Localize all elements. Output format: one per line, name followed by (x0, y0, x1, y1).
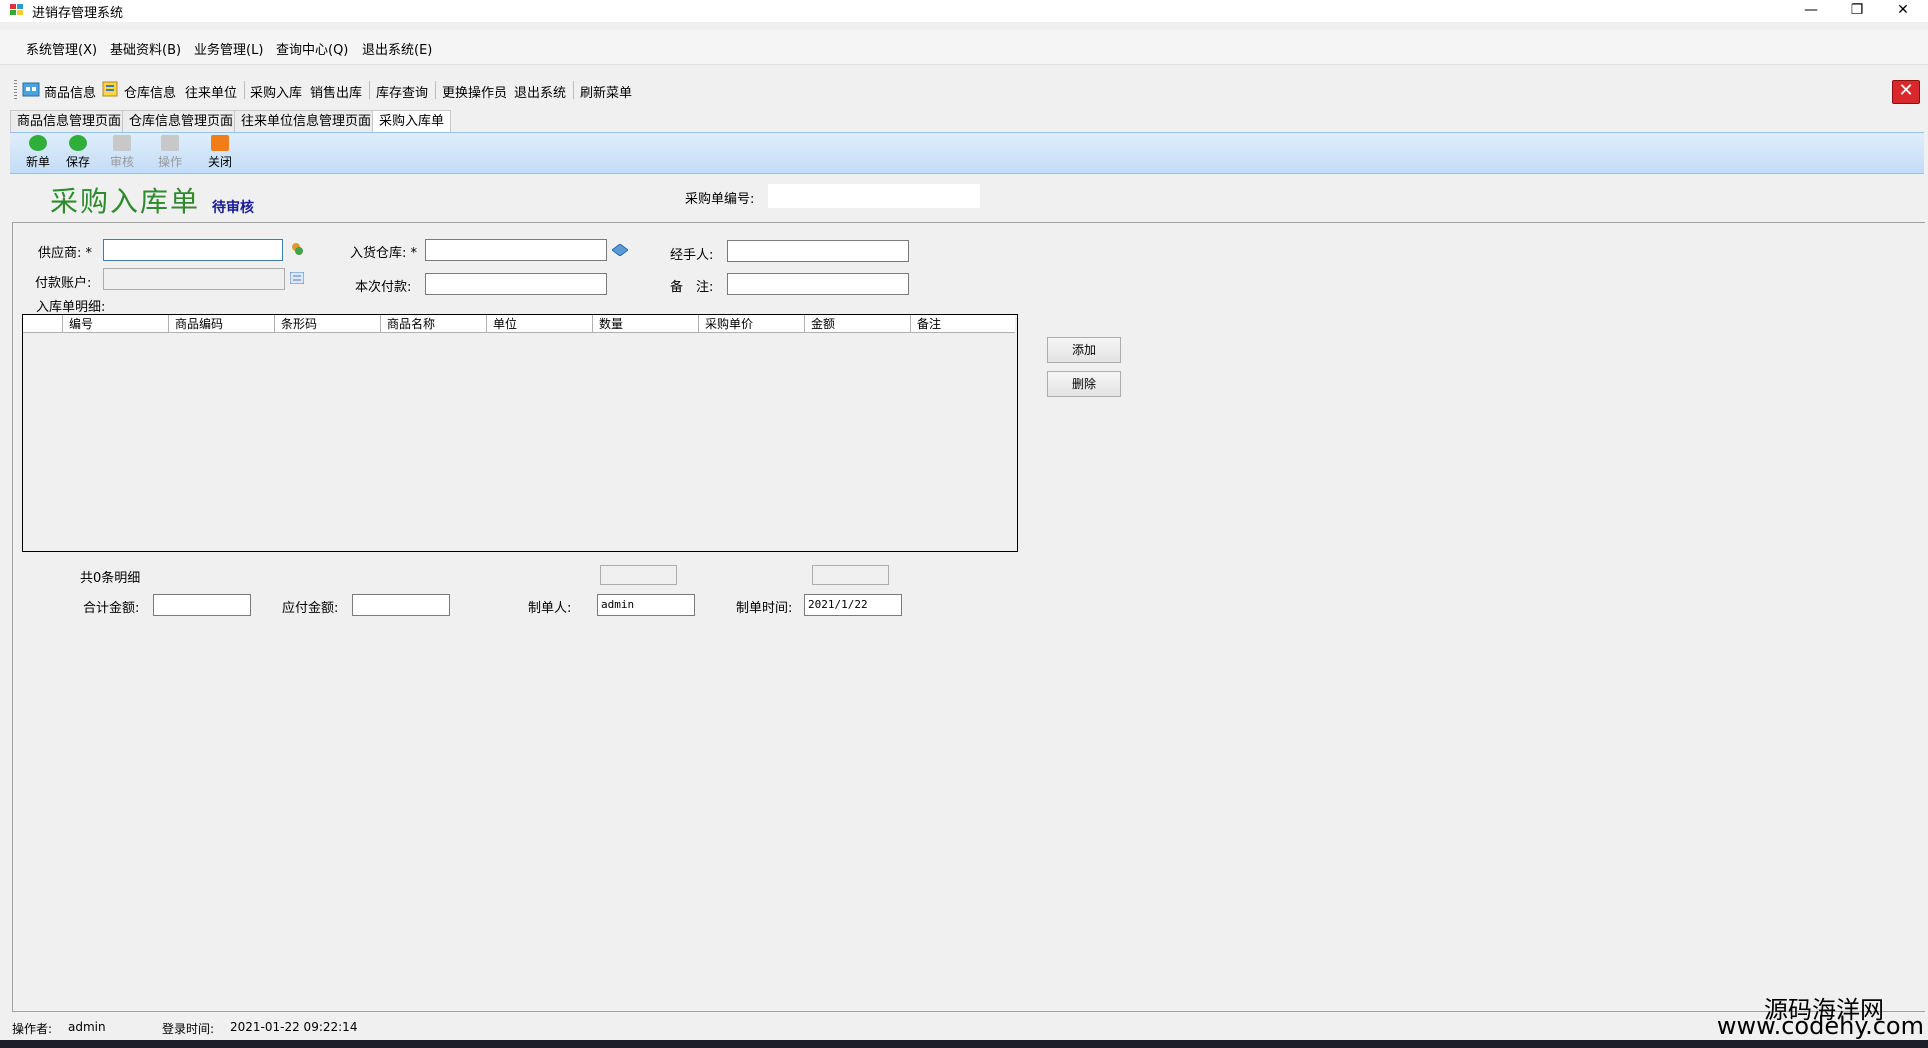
toolbar-warehouse-info[interactable]: 仓库信息 (124, 82, 176, 101)
total-amount-input[interactable] (153, 594, 251, 616)
login-time-value: 2021-01-22 09:22:14 (230, 1020, 358, 1034)
supplier-label: 供应商: * (38, 246, 93, 261)
login-time-label: 登录时间: (162, 1022, 215, 1036)
toolbar-separator (244, 81, 245, 99)
toolbar-sales-out[interactable]: 销售出库 (310, 82, 362, 101)
toolbar-grip[interactable] (14, 80, 17, 100)
menu-exit-system[interactable]: 退出系统(E) (362, 39, 432, 58)
creator-input[interactable]: admin (597, 594, 695, 616)
detail-count: 共0条明细 (80, 571, 141, 586)
taskbar-strip (0, 1040, 1928, 1048)
order-no-field[interactable] (768, 184, 980, 208)
close-window-button[interactable]: ✕ (1880, 0, 1926, 22)
goods-icon (22, 80, 40, 98)
approve-button[interactable]: 审核 (102, 135, 142, 170)
toolbar-goods-info[interactable]: 商品信息 (44, 82, 96, 101)
printer-icon (161, 135, 179, 151)
delete-row-button[interactable]: 删除 (1047, 371, 1121, 397)
approve-icon (113, 135, 131, 151)
warehouse-icon (102, 80, 120, 98)
page-title: 采购入库单 (50, 185, 201, 218)
warehouse-lookup-icon[interactable] (611, 243, 629, 257)
row-header-corner (23, 315, 63, 333)
menu-basic-data[interactable]: 基础资料(B) (110, 39, 181, 58)
toolbar-separator (573, 81, 574, 99)
operator-value: admin (68, 1020, 106, 1034)
handler-label: 经手人: (670, 248, 714, 263)
payable-amount-input[interactable] (352, 594, 450, 616)
order-no-label: 采购单编号: (685, 192, 755, 207)
create-time-input[interactable]: 2021/1/22 (804, 594, 902, 616)
column-header-remark[interactable]: 备注 (911, 315, 1015, 333)
detail-label: 入库单明细: (36, 300, 106, 315)
operation-dropdown-button[interactable]: 操作 (150, 135, 190, 170)
tab-purchase-order[interactable]: 采购入库单 (372, 110, 452, 133)
action-toolbar: 新单 保存 审核 操作 关闭 (10, 132, 1924, 174)
toolbar-separator (435, 81, 436, 99)
creator-label: 制单人: (528, 601, 572, 616)
column-header-barcode[interactable]: 条形码 (275, 315, 381, 333)
supplier-lookup-icon[interactable] (290, 242, 304, 256)
remark-label: 备 注: (670, 280, 714, 295)
toolbar-exit-system[interactable]: 退出系统 (514, 82, 566, 101)
toolbar-separator (369, 81, 370, 99)
column-header-goods-name[interactable]: 商品名称 (381, 315, 487, 333)
menu-bar: 系统管理(X) 基础资料(B) 业务管理(L) 查询中心(Q) 退出系统(E) (0, 30, 1928, 65)
close-tab-icon[interactable]: ✕ (1892, 80, 1920, 104)
operator-label: 操作者: (12, 1022, 53, 1036)
remark-input[interactable] (727, 273, 909, 295)
column-header-amount[interactable]: 金额 (805, 315, 911, 333)
tab-warehouse-management[interactable]: 仓库信息管理页面 (122, 110, 241, 132)
save-button[interactable]: 保存 (58, 135, 98, 170)
status-bar: 操作者: admin 登录时间: 2021-01-22 09:22:14 (0, 1016, 1928, 1040)
payable-amount-label: 应付金额: (282, 601, 339, 616)
detail-grid[interactable]: 编号 商品编码 条形码 商品名称 单位 数量 采购单价 金额 备注 (22, 314, 1018, 552)
title-bar: 进销存管理系统 — ❐ ✕ (0, 0, 1928, 22)
toolbar-stock-query[interactable]: 库存查询 (376, 82, 428, 101)
column-header-unit-price[interactable]: 采购单价 (699, 315, 805, 333)
toolbar-purchase-in[interactable]: 采购入库 (250, 82, 302, 101)
payment-input[interactable] (425, 273, 607, 295)
window-title: 进销存管理系统 (32, 6, 124, 21)
status-badge: 待审核 (212, 200, 254, 216)
new-order-button[interactable]: 新单 (18, 135, 58, 170)
warehouse-label: 入货仓库: * (350, 246, 418, 261)
plus-icon (29, 135, 47, 151)
menu-business[interactable]: 业务管理(L) (194, 39, 263, 58)
toolbar: 商品信息 仓库信息 往来单位 采购入库 销售出库 库存查询 更换操作员 退出系统… (0, 72, 1928, 106)
close-form-button[interactable]: 关闭 (200, 135, 240, 170)
total-amount-label: 合计金额: (83, 601, 140, 616)
account-list-icon[interactable] (289, 271, 305, 285)
watermark-url: www.codehy.com (1716, 1012, 1924, 1040)
payment-label: 本次付款: (355, 280, 412, 295)
close-icon (211, 135, 229, 151)
minimize-button[interactable]: — (1788, 0, 1834, 22)
column-header-goods-code[interactable]: 商品编码 (169, 315, 275, 333)
account-input[interactable] (103, 268, 285, 290)
handler-input[interactable] (727, 240, 909, 262)
menu-query-center[interactable]: 查询中心(Q) (276, 39, 348, 58)
menu-system[interactable]: 系统管理(X) (26, 39, 97, 58)
toolbar-partners[interactable]: 往来单位 (185, 82, 237, 101)
toolbar-change-operator[interactable]: 更换操作员 (442, 82, 507, 101)
amount-total-field (812, 565, 889, 585)
check-icon (69, 135, 87, 151)
column-header-quantity[interactable]: 数量 (593, 315, 699, 333)
tab-goods-management[interactable]: 商品信息管理页面 (10, 110, 129, 132)
warehouse-input[interactable] (425, 239, 607, 261)
restore-button[interactable]: ❐ (1834, 0, 1880, 22)
account-label: 付款账户: (35, 276, 92, 291)
create-time-label: 制单时间: (736, 601, 793, 616)
supplier-input[interactable] (103, 239, 283, 261)
column-header-unit[interactable]: 单位 (487, 315, 593, 333)
quantity-total-field (600, 565, 677, 585)
toolbar-refresh-menu[interactable]: 刷新菜单 (580, 82, 632, 101)
app-icon (10, 4, 24, 16)
tab-partner-management[interactable]: 往来单位信息管理页面 (234, 110, 379, 132)
add-row-button[interactable]: 添加 (1047, 337, 1121, 363)
column-header-id[interactable]: 编号 (63, 315, 169, 333)
